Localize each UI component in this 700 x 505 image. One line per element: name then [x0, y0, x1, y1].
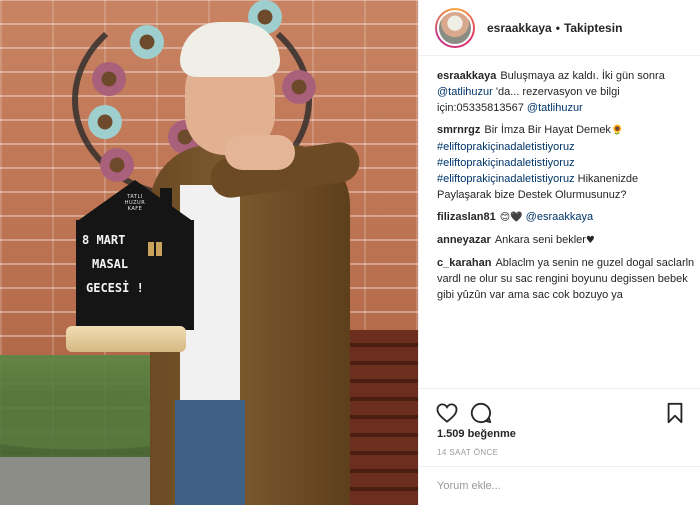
- comment-username[interactable]: smrnrgz: [437, 124, 480, 136]
- post-side-panel: esraakkaya • Takiptesin esraakkaya Buluşm…: [418, 0, 700, 505]
- metal-flower-decoration: [130, 25, 164, 59]
- following-button[interactable]: Takiptesin: [564, 21, 622, 35]
- emoji-icon: 🖤: [510, 212, 523, 223]
- avatar-image: [437, 9, 473, 46]
- comment-username[interactable]: filizaslan81: [437, 211, 496, 223]
- comment-username[interactable]: anneyazar: [437, 234, 491, 246]
- sign-text: 8 MART MASAL GECESİ !: [82, 228, 190, 300]
- comments-list: esraakkaya Buluşmaya az kaldı. İki gün so…: [437, 68, 695, 309]
- comment-bubble-icon[interactable]: [469, 401, 493, 425]
- header-text: esraakkaya • Takiptesin: [487, 21, 622, 35]
- comment-text: Ankara seni bekler: [494, 234, 586, 246]
- header-separator: •: [555, 20, 560, 35]
- person-hand: [225, 135, 295, 170]
- metal-flower-decoration: [92, 62, 126, 96]
- likes-count[interactable]: 1.509 beğenme: [437, 428, 516, 440]
- sign-scroll-roll: [66, 326, 186, 352]
- hashtag-link[interactable]: #eliftoprakiçinadaletistiyoruz: [437, 173, 575, 185]
- comment-input[interactable]: [437, 480, 683, 492]
- bookmark-icon[interactable]: [663, 401, 687, 425]
- comment-username[interactable]: esraakkaya: [437, 70, 496, 82]
- sign-brand-bottom: KAFE: [127, 206, 143, 212]
- comment-item: filizaslan81 😊🖤 @esraakkaya: [437, 209, 695, 226]
- comment-item: esraakkaya Buluşmaya az kaldı. İki gün so…: [437, 68, 695, 116]
- sign-brand: TATLI HUZUR KAFE: [76, 194, 194, 212]
- emoji-icon: 😊: [499, 212, 511, 223]
- chalkboard-sign: TATLI HUZUR KAFE 8 MART MASAL GECESİ !: [66, 180, 194, 355]
- metal-flower-decoration: [88, 105, 122, 139]
- comment-box: [419, 466, 700, 505]
- person-jeans: [175, 400, 245, 505]
- comment-text: Bir İmza Bir Hayat Demek: [484, 124, 611, 136]
- mention-link[interactable]: @tatlihuzur: [527, 102, 583, 114]
- sign-window: [148, 242, 162, 256]
- person-hair: [180, 22, 280, 77]
- comment-item: smrnrgz Bir İmza Bir Hayat Demek🌻 #eliftop…: [437, 122, 695, 203]
- comment-item: anneyazar Ankara seni bekler♥: [437, 232, 695, 249]
- post-header: esraakkaya • Takiptesin: [419, 0, 700, 56]
- comment-text: Buluşmaya az kaldı. İki gün sonra: [500, 70, 665, 82]
- emoji-icon: 🌻: [610, 125, 624, 136]
- comment-item: c_karahan Ablaclm ya senin ne guzel dogal…: [437, 255, 695, 303]
- sign-line-1: 8 MART: [82, 233, 126, 247]
- hashtag-link[interactable]: #eliftoprakiçinadaletistiyoruz: [437, 157, 575, 169]
- hashtag-link[interactable]: #eliftoprakiçinadaletistiyoruz: [437, 141, 575, 153]
- sign-line-3: GECESİ !: [86, 281, 144, 295]
- mention-link[interactable]: @esraakkaya: [526, 211, 593, 223]
- metal-flower-decoration: [100, 148, 134, 182]
- post-timestamp[interactable]: 14 SAAT ÖNCE: [437, 448, 498, 457]
- sign-line-2: MASAL: [92, 257, 129, 271]
- emoji-icon: ♥: [585, 235, 595, 246]
- header-username[interactable]: esraakkaya: [487, 21, 552, 35]
- wooden-bench: [348, 330, 418, 505]
- post-photo[interactable]: TATLI HUZUR KAFE 8 MART MASAL GECESİ !: [0, 0, 418, 505]
- comment-username[interactable]: c_karahan: [437, 257, 491, 269]
- action-bar: [419, 388, 700, 428]
- avatar[interactable]: [435, 7, 475, 48]
- mention-link[interactable]: @tatlihuzur: [437, 86, 493, 98]
- heart-outline-icon[interactable]: [435, 401, 459, 425]
- metal-flower-decoration: [282, 70, 316, 104]
